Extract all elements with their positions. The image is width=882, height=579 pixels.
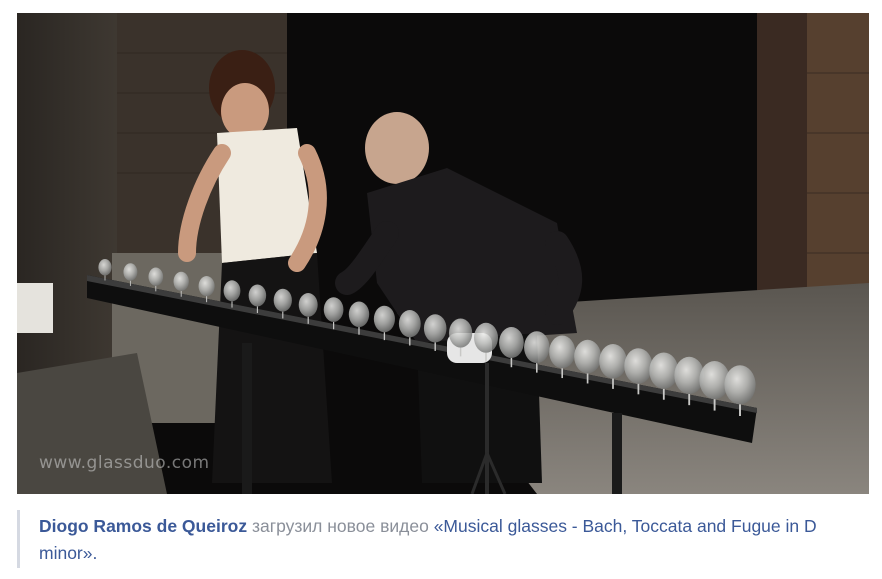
watermark-text: www.glassduo.com: [39, 453, 210, 473]
video-thumbnail[interactable]: www.glassduo.com: [17, 13, 869, 494]
wine-glass: [298, 293, 318, 317]
wine-glass: [198, 276, 215, 297]
action-text: загрузил новое видео: [247, 516, 434, 536]
wine-glass: [649, 352, 679, 389]
wine-glass: [724, 365, 756, 405]
wine-glass: [524, 331, 550, 364]
wine-glass: [674, 356, 705, 394]
author-link[interactable]: Diogo Ramos de Queiroz: [39, 516, 247, 536]
post-caption: Diogo Ramos de Queiroz загрузил новое ви…: [17, 510, 869, 568]
wine-glass: [574, 339, 602, 374]
wine-glass: [423, 314, 447, 343]
wine-glass: [148, 267, 164, 286]
wine-glass: [123, 263, 138, 281]
wine-glass: [173, 271, 189, 291]
wine-glass: [549, 335, 576, 369]
wine-glass: [373, 305, 395, 333]
wine-glass: [248, 284, 267, 307]
wine-glass: [273, 288, 292, 312]
performance-scene-image: [17, 13, 869, 494]
quote-open: «: [433, 516, 444, 536]
wine-glass: [223, 280, 241, 302]
quote-close: ».: [82, 543, 98, 563]
wine-glass: [98, 259, 112, 276]
wine-glass: [448, 318, 473, 348]
wine-glass: [474, 322, 498, 353]
wine-glass: [348, 301, 370, 328]
wine-glass: [599, 344, 627, 379]
wine-glass: [323, 297, 344, 322]
wine-glass: [398, 310, 421, 338]
wine-glass: [499, 327, 524, 358]
wine-glass: [624, 348, 653, 384]
